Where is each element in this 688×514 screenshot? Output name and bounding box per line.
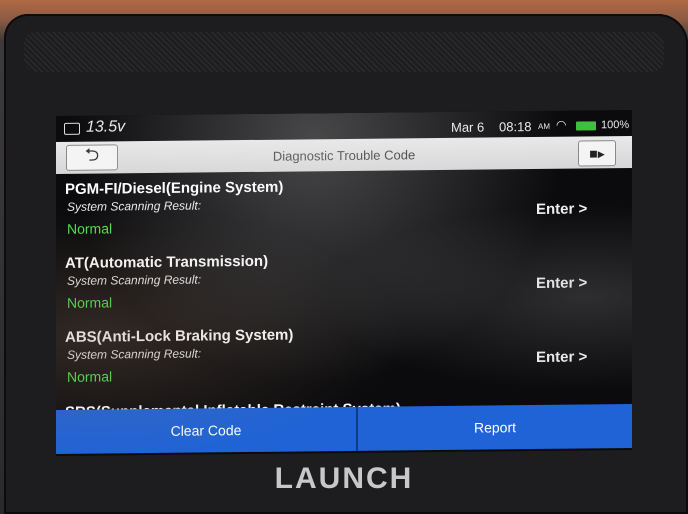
list-item: ABS(Anti-Lock Braking System) System Sca…: [56, 320, 632, 400]
scan-result-status: Normal: [67, 220, 113, 237]
voltage-readout: 13.5v: [86, 118, 126, 136]
launch-logo: LAUNCH: [274, 462, 414, 495]
page-title: Diagnostic Trouble Code: [272, 147, 416, 164]
scan-result-status: Normal: [67, 294, 113, 311]
bottom-action-bar: Clear Code Report: [56, 403, 632, 455]
status-date: Mar 6: [451, 119, 485, 135]
scan-result-label: System Scanning Result:: [67, 272, 202, 288]
system-name: AT(Automatic Transmission): [65, 252, 269, 272]
exit-door-icon: ■▸: [589, 144, 605, 161]
status-ampm: AM: [538, 121, 550, 131]
title-bar: ⮌ Diagnostic Trouble Code ■▸: [56, 135, 632, 175]
device-bezel: [24, 32, 664, 72]
list-item: AT(Automatic Transmission) System Scanni…: [56, 246, 632, 326]
scan-result-label: System Scanning Result:: [67, 346, 202, 362]
system-list: PGM-FI/Diesel(Engine System) System Scan…: [56, 172, 632, 416]
battery-percent: 100%: [601, 119, 630, 132]
report-button[interactable]: Report: [358, 403, 632, 451]
battery-icon: [576, 121, 596, 131]
list-item: PGM-FI/Diesel(Engine System) System Scan…: [56, 172, 632, 252]
device-screen: 13.5v Mar 6 08:18 AM ◠ 100% ⮌ Diagnostic…: [56, 109, 632, 457]
clear-code-button[interactable]: Clear Code: [56, 406, 358, 455]
vehicle-battery-icon: [64, 122, 80, 135]
exit-button[interactable]: ■▸: [578, 140, 616, 167]
scan-result-status: Normal: [67, 368, 113, 385]
scan-result-label: System Scanning Result:: [67, 198, 202, 214]
system-name: PGM-FI/Diesel(Engine System): [65, 178, 284, 198]
enter-button[interactable]: Enter >: [536, 348, 587, 366]
enter-button[interactable]: Enter >: [536, 274, 587, 292]
status-time: 08:18: [499, 119, 532, 135]
system-name: ABS(Anti-Lock Braking System): [65, 326, 294, 346]
wifi-icon: ◠: [556, 117, 567, 132]
enter-button[interactable]: Enter >: [536, 200, 587, 218]
